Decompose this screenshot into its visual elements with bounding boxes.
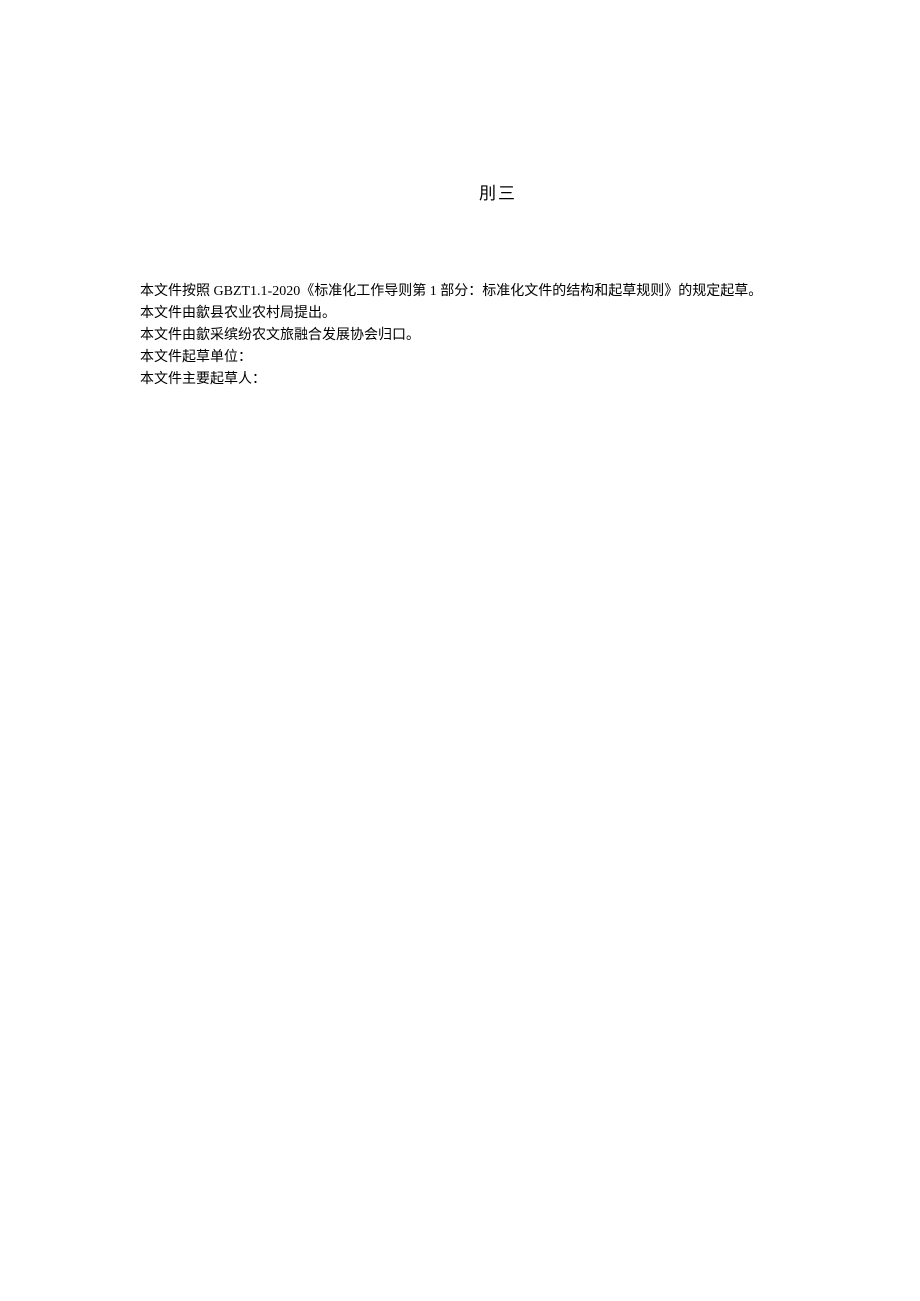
paragraph: 本文件起草单位： <box>140 347 856 368</box>
paragraph: 本文件由歙县农业农村局提出。 <box>140 303 856 324</box>
paragraph: 本文件主要起草人： <box>140 369 856 390</box>
paragraph: 本文件按照 GBZT1.1-2020《标准化工作导则第 1 部分：标准化文件的结… <box>140 281 856 302</box>
section-title: 刖三 <box>140 180 856 207</box>
paragraph: 本文件由歙采缤纷农文旅融合发展协会归口。 <box>140 325 856 346</box>
